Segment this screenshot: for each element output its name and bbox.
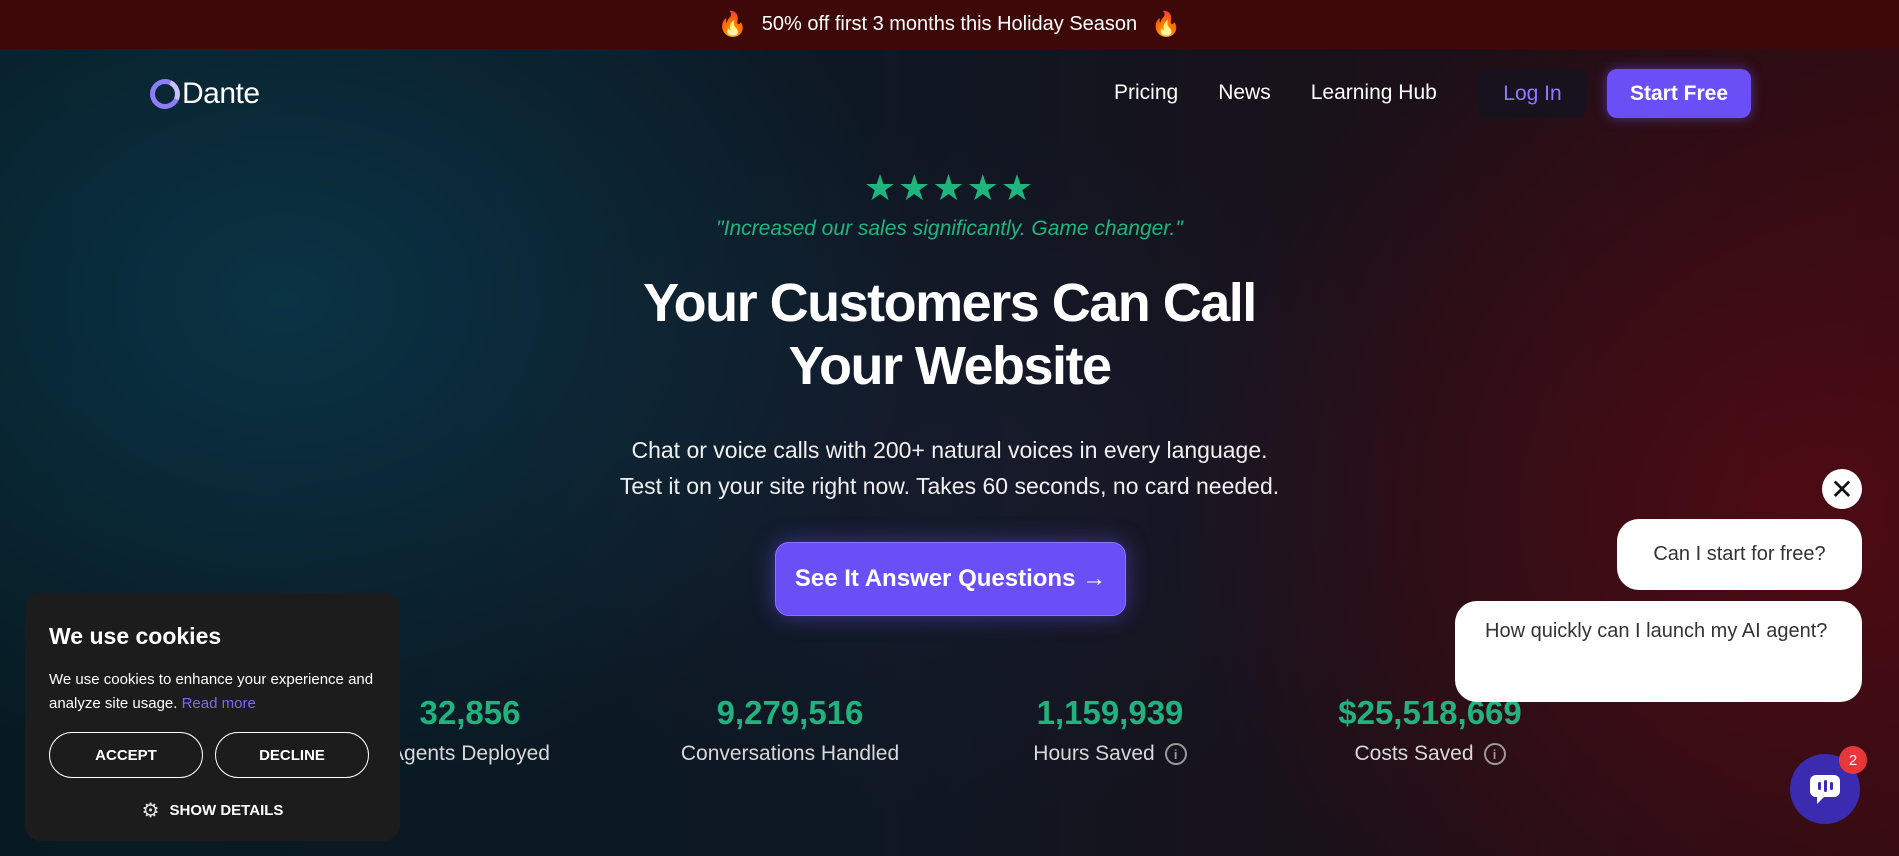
close-chat-bubbles-button[interactable]: ✕: [1822, 469, 1862, 509]
stat-costs-saved: $25,518,669 Costs Saved i: [1280, 694, 1580, 766]
stat-hours-saved: 1,159,939 Hours Saved i: [960, 694, 1260, 766]
chat-notification-badge: 2: [1839, 746, 1867, 774]
cookie-title: We use cookies: [49, 623, 222, 649]
fire-icon: 🔥: [1151, 10, 1182, 38]
stat-label: Hours Saved i: [960, 742, 1260, 766]
promo-text: 50% off first 3 months this Holiday Seas…: [761, 13, 1138, 35]
show-details-label: SHOW DETAILS: [169, 802, 284, 819]
headline-line-1: Your Customers Can Call: [643, 273, 1257, 333]
stat-label-text: Hours Saved: [1033, 742, 1155, 765]
stat-value: 9,279,516: [716, 694, 864, 731]
stat-label-text: Agents Deployed: [390, 742, 550, 765]
headline-line-2: Your Website: [788, 336, 1112, 396]
cookie-buttons: ACCEPT DECLINE: [49, 732, 376, 778]
stat-value: 1,159,939: [1036, 694, 1184, 731]
subtext-line-1: Chat or voice calls with 200+ natural vo…: [631, 437, 1268, 463]
see-it-answer-button[interactable]: See It Answer Questions →: [775, 542, 1126, 616]
cookie-text: We use cookies to enhance your experienc…: [49, 668, 376, 716]
chat-icon: [1810, 775, 1840, 804]
dante-logo[interactable]: Dante: [145, 74, 260, 114]
hero-headline: Your Customers Can Call Your Website: [0, 272, 1899, 398]
stat-label: Conversations Handled: [640, 742, 940, 766]
logo-text: Dante: [182, 77, 260, 110]
logo-mark-icon: [145, 74, 185, 114]
stat-label-text: Conversations Handled: [680, 742, 900, 765]
testimonial-quote: "Increased our sales significantly. Game…: [716, 217, 1183, 240]
nav-link-news[interactable]: News: [1218, 81, 1271, 105]
info-icon[interactable]: i: [1483, 743, 1506, 765]
chat-suggestion-launch[interactable]: How quickly can I launch my AI agent?: [1455, 601, 1862, 702]
login-button[interactable]: Log In: [1478, 69, 1587, 118]
start-free-button[interactable]: Start Free: [1607, 69, 1751, 118]
nav-link-learning-hub[interactable]: Learning Hub: [1311, 81, 1437, 105]
stat-conversations-handled: 9,279,516 Conversations Handled: [640, 694, 940, 766]
cookie-consent-panel: We use cookies We use cookies to enhance…: [25, 593, 400, 841]
accept-cookies-button[interactable]: ACCEPT: [49, 732, 203, 778]
read-more-link[interactable]: Read more: [182, 695, 256, 712]
chat-suggestion-free[interactable]: Can I start for free?: [1617, 519, 1862, 590]
subtext-line-2: Test it on your site right now. Takes 60…: [619, 473, 1280, 499]
gear-icon: ⚙: [141, 800, 160, 822]
top-navigation: Dante Pricing News Learning Hub Log In S…: [0, 49, 1899, 139]
rating-stars: ★★★★★: [863, 167, 1036, 208]
stat-label-text: Costs Saved: [1354, 742, 1474, 765]
stat-label: Costs Saved i: [1280, 742, 1580, 766]
info-icon[interactable]: i: [1164, 743, 1187, 765]
nav-links: Pricing News Learning Hub: [1114, 81, 1437, 105]
promo-banner[interactable]: 🔥 50% off first 3 months this Holiday Se…: [0, 0, 1899, 49]
nav-link-pricing[interactable]: Pricing: [1114, 81, 1178, 105]
show-details-toggle[interactable]: ⚙ SHOW DETAILS: [49, 798, 376, 823]
hero-subtext: Chat or voice calls with 200+ natural vo…: [0, 432, 1899, 504]
decline-cookies-button[interactable]: DECLINE: [215, 732, 369, 778]
fire-icon: 🔥: [717, 10, 748, 38]
